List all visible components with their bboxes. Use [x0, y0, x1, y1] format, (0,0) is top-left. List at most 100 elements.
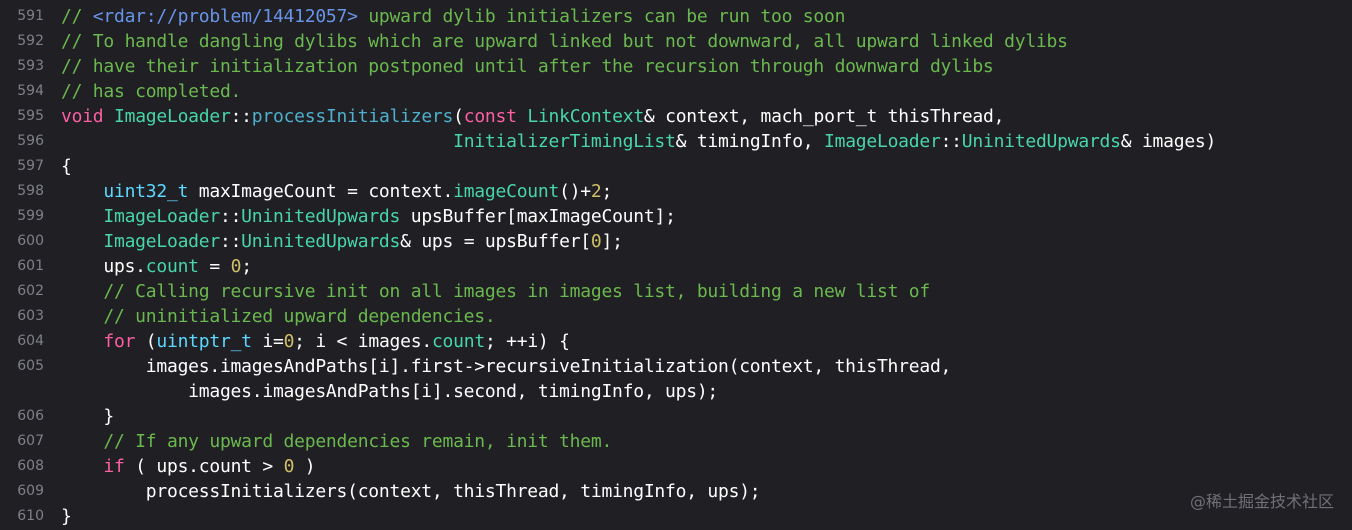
- code-line[interactable]: 595 void ImageLoader::processInitializers…: [0, 104, 1352, 129]
- code-line[interactable]: 609 processInitializers(context, thisThr…: [0, 479, 1352, 504]
- token-class: ImageLoader: [114, 106, 231, 127]
- code-line[interactable]: 593 // have their initialization postpone…: [0, 54, 1352, 79]
- token-plain: ::: [230, 106, 252, 127]
- token-comment: // If any upward dependencies remain, in…: [103, 431, 613, 452]
- token-plain: & images): [1120, 131, 1217, 152]
- token-plain: processInitializers(context, thisThread,…: [61, 481, 761, 502]
- token-plain: ;: [601, 181, 613, 202]
- code-text: }: [61, 504, 72, 529]
- line-number: 592: [17, 33, 44, 49]
- token-class: count: [145, 256, 199, 277]
- token-comment: upward dylib initializers can be run too…: [357, 6, 846, 27]
- line-number: 607: [17, 433, 44, 449]
- code-text: uint32_t maxImageCount = context.imageCo…: [61, 179, 612, 204]
- code-line[interactable]: 607 // If any upward dependencies remain…: [0, 429, 1352, 454]
- line-number: 595: [17, 108, 44, 124]
- token-plain: (: [135, 331, 157, 352]
- code-line[interactable]: images.imagesAndPaths[i].second, timingI…: [0, 379, 1352, 404]
- code-text: for (uintptr_t i=0; i < images.count; ++…: [61, 329, 570, 354]
- token-class: ImageLoader: [824, 131, 941, 152]
- code-line[interactable]: 610}: [0, 504, 1352, 529]
- line-number: 604: [17, 333, 44, 349]
- token-plain: ;: [241, 256, 252, 277]
- line-number: 597: [17, 158, 44, 174]
- token-comment: // uninitialized upward dependencies.: [103, 306, 496, 327]
- code-line[interactable]: 594 // has completed.: [0, 79, 1352, 104]
- token-link: <rdar://problem/14412057>: [92, 6, 358, 27]
- code-text: {: [61, 154, 72, 179]
- code-line[interactable]: 598 uint32_t maxImageCount = context.ima…: [0, 179, 1352, 204]
- token-plain: upsBuffer[maxImageCount];: [400, 206, 676, 227]
- code-line[interactable]: 600 ImageLoader::UninitedUpwards& ups = …: [0, 229, 1352, 254]
- line-number: 600: [17, 233, 44, 249]
- code-line[interactable]: 604 for (uintptr_t i=0; i < images.count…: [0, 329, 1352, 354]
- code-text: ImageLoader::UninitedUpwards upsBuffer[m…: [61, 204, 676, 229]
- code-text: // If any upward dependencies remain, in…: [61, 429, 612, 454]
- token-comment: //: [61, 6, 93, 27]
- token-type: uintptr_t: [156, 331, 252, 352]
- code-text: ups.count = 0;: [61, 254, 252, 279]
- code-text: // To handle dangling dylibs which are u…: [61, 29, 1068, 54]
- line-number: 594: [17, 83, 44, 99]
- token-keyword: void: [61, 106, 104, 127]
- token-plain: ( ups.count >: [124, 456, 284, 477]
- token-class: imageCount: [453, 181, 560, 202]
- token-func: processInitializers: [251, 106, 454, 127]
- code-line[interactable]: 602 // Calling recursive init on all ima…: [0, 279, 1352, 304]
- token-plain: }: [61, 506, 72, 527]
- line-number: 602: [17, 283, 44, 299]
- code-line[interactable]: 591 // <rdar://problem/14412057> upward d…: [0, 4, 1352, 29]
- line-number: 603: [17, 308, 44, 324]
- token-class: UninitedUpwards: [961, 131, 1121, 152]
- token-num: 0: [283, 331, 295, 352]
- token-plain: ::: [940, 131, 962, 152]
- token-class: ImageLoader: [103, 206, 220, 227]
- token-plain: images.imagesAndPaths[i].second, timingI…: [61, 381, 719, 402]
- token-type: uint32_t: [103, 181, 189, 202]
- code-line[interactable]: 601 ups.count = 0;: [0, 254, 1352, 279]
- token-num: 0: [230, 256, 242, 277]
- token-keyword: const: [463, 106, 517, 127]
- token-plain: }: [61, 406, 114, 427]
- token-num: 0: [590, 231, 602, 252]
- token-class: UninitedUpwards: [241, 231, 401, 252]
- code-editor[interactable]: 591 // <rdar://problem/14412057> upward d…: [0, 4, 1352, 529]
- token-comment: // have their initialization postponed u…: [61, 56, 994, 77]
- token-plain: ups.: [61, 256, 146, 277]
- code-line[interactable]: 606 }: [0, 404, 1352, 429]
- token-num: 0: [283, 456, 295, 477]
- code-line[interactable]: 599 ImageLoader::UninitedUpwards upsBuff…: [0, 204, 1352, 229]
- code-line[interactable]: 605 images.imagesAndPaths[i].first->recu…: [0, 354, 1352, 379]
- line-number: 610: [17, 508, 44, 524]
- token-plain: i=: [251, 331, 284, 352]
- line-number: 605: [17, 358, 44, 374]
- token-keyword: if: [103, 456, 125, 477]
- code-line[interactable]: 592 // To handle dangling dylibs which ar…: [0, 29, 1352, 54]
- token-plain: images.imagesAndPaths[i].first->recursiv…: [61, 356, 952, 377]
- line-number: 591: [17, 8, 44, 24]
- code-line[interactable]: 597 {: [0, 154, 1352, 179]
- code-text: // <rdar://problem/14412057> upward dyli…: [61, 4, 845, 29]
- code-line[interactable]: 603 // uninitialized upward dependencies…: [0, 304, 1352, 329]
- line-number: 601: [17, 258, 44, 274]
- token-plain: ): [294, 456, 316, 477]
- token-plain: & context, mach_port_t thisThread,: [643, 106, 1005, 127]
- code-text: }: [61, 404, 114, 429]
- code-line[interactable]: 608 if ( ups.count > 0 ): [0, 454, 1352, 479]
- token-plain: & timingInfo,: [675, 131, 824, 152]
- line-number: 598: [17, 183, 44, 199]
- token-plain: (: [453, 106, 464, 127]
- code-line[interactable]: 596 InitializerTimingList& timingInfo, I…: [0, 129, 1352, 154]
- token-comment: // Calling recursive init on all images …: [103, 281, 930, 302]
- watermark: @稀土掘金技术社区: [1189, 492, 1334, 511]
